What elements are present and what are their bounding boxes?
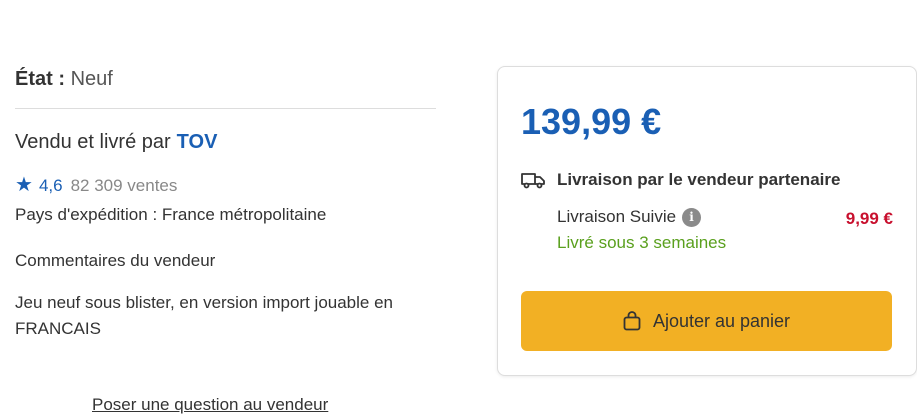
rating-value[interactable]: 4,6 — [39, 176, 63, 195]
delivery-price: 9,99 € — [845, 209, 893, 228]
seller-name-link[interactable]: TOV — [177, 131, 218, 153]
condition-row: État : Neuf — [15, 68, 113, 91]
shipping-country: Pays d'expédition : France métropolitain… — [15, 205, 327, 224]
seller-comments-label: Commentaires du vendeur — [15, 251, 216, 270]
delivery-method-row: Livraison Suivie i — [557, 207, 702, 227]
divider — [15, 108, 436, 109]
delivery-header: Livraison par le vendeur partenaire — [521, 170, 840, 190]
truck-icon — [521, 173, 545, 189]
add-to-cart-label: Ajouter au panier — [652, 310, 791, 331]
sold-by-label: Vendu et livré par — [15, 131, 171, 153]
star-icon: ★ — [15, 174, 33, 196]
offer-card: 139,99 € Livraison par le vendeur parten… — [497, 66, 917, 376]
sales-count: 82 309 ventes — [70, 176, 178, 195]
seller-comment: Jeu neuf sous blister, en version import… — [15, 293, 394, 338]
shopping-bag-icon — [623, 311, 641, 331]
delivery-eta: Livré sous 3 semaines — [557, 233, 727, 252]
info-icon[interactable]: i — [682, 207, 702, 227]
ask-seller-link[interactable]: Poser une question au vendeur — [92, 395, 328, 415]
condition-value: Neuf — [70, 68, 113, 90]
sold-by-row: Vendu et livré par TOV — [15, 131, 217, 154]
delivery-title: Livraison par le vendeur partenaire — [557, 170, 841, 189]
condition-label: État : — [15, 68, 65, 90]
delivery-method: Livraison Suivie — [557, 207, 677, 226]
add-to-cart-button[interactable]: Ajouter au panier — [521, 291, 892, 351]
product-price: 139,99 € — [521, 101, 662, 142]
seller-rating: ★ 4,6 82 309 ventes — [15, 172, 177, 197]
